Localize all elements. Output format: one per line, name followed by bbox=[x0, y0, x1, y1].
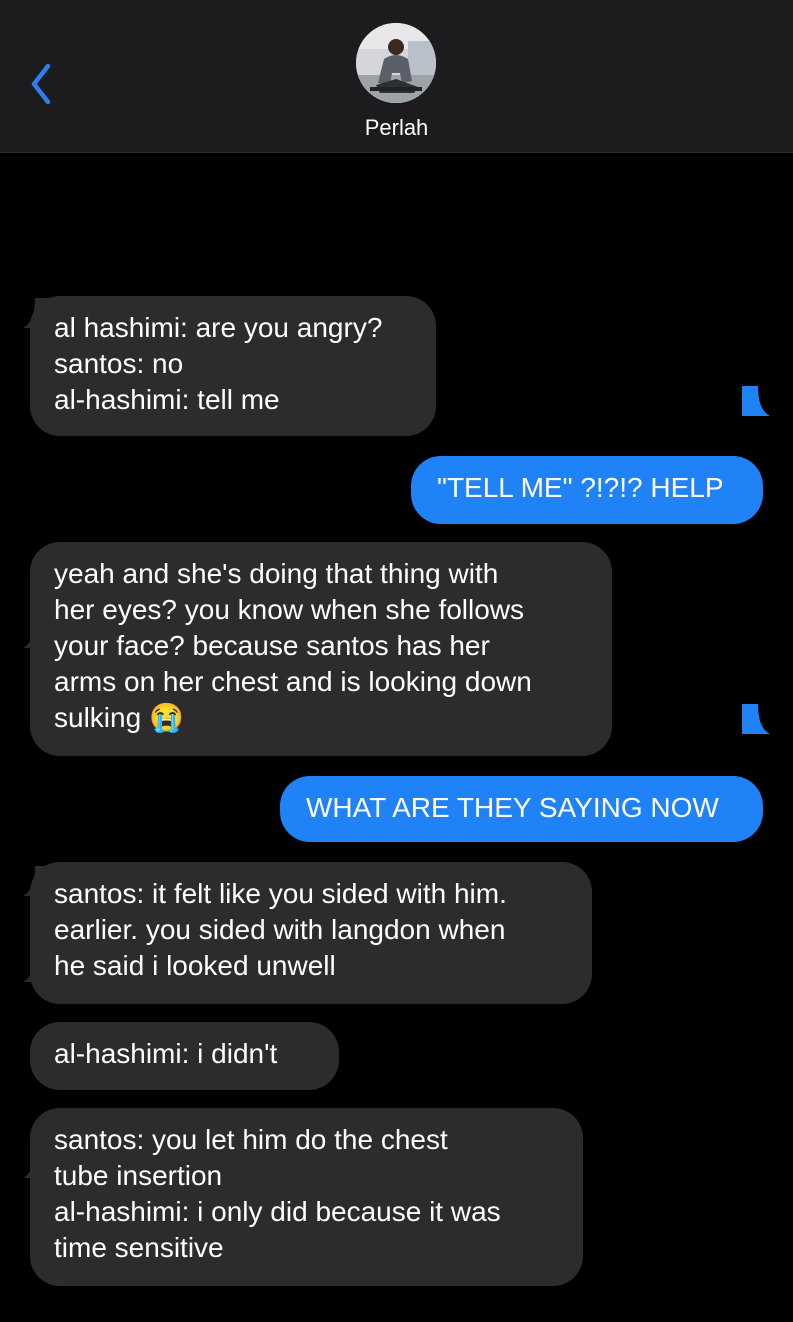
bubble-tail bbox=[742, 704, 770, 734]
contact-name[interactable]: Perlah bbox=[0, 115, 793, 141]
message-text: santos: you let him do the chest tube in… bbox=[30, 1108, 583, 1286]
message-text: santos: it felt like you sided with him.… bbox=[30, 862, 592, 1004]
message-text: al-hashimi: i didn't bbox=[30, 1022, 339, 1090]
contact-avatar[interactable] bbox=[356, 23, 436, 103]
chevron-left-icon bbox=[31, 63, 51, 105]
message-text: "TELL ME" ?!?!? HELP bbox=[411, 456, 763, 524]
message-text: al hashimi: are you angry? santos: no al… bbox=[30, 296, 436, 436]
back-button[interactable] bbox=[28, 62, 68, 106]
avatar-photo bbox=[356, 23, 436, 103]
bubble-tail bbox=[742, 386, 770, 416]
message-outgoing[interactable]: "TELL ME" ?!?!? HELP bbox=[411, 348, 770, 524]
message-incoming[interactable]: al hashimi: are you angry? santos: no al… bbox=[23, 188, 436, 436]
message-text: yeah and she's doing that thing with her… bbox=[30, 542, 612, 756]
message-text: WHAT ARE THEY SAYING NOW bbox=[280, 776, 763, 842]
conversation-header: Perlah bbox=[0, 0, 793, 153]
